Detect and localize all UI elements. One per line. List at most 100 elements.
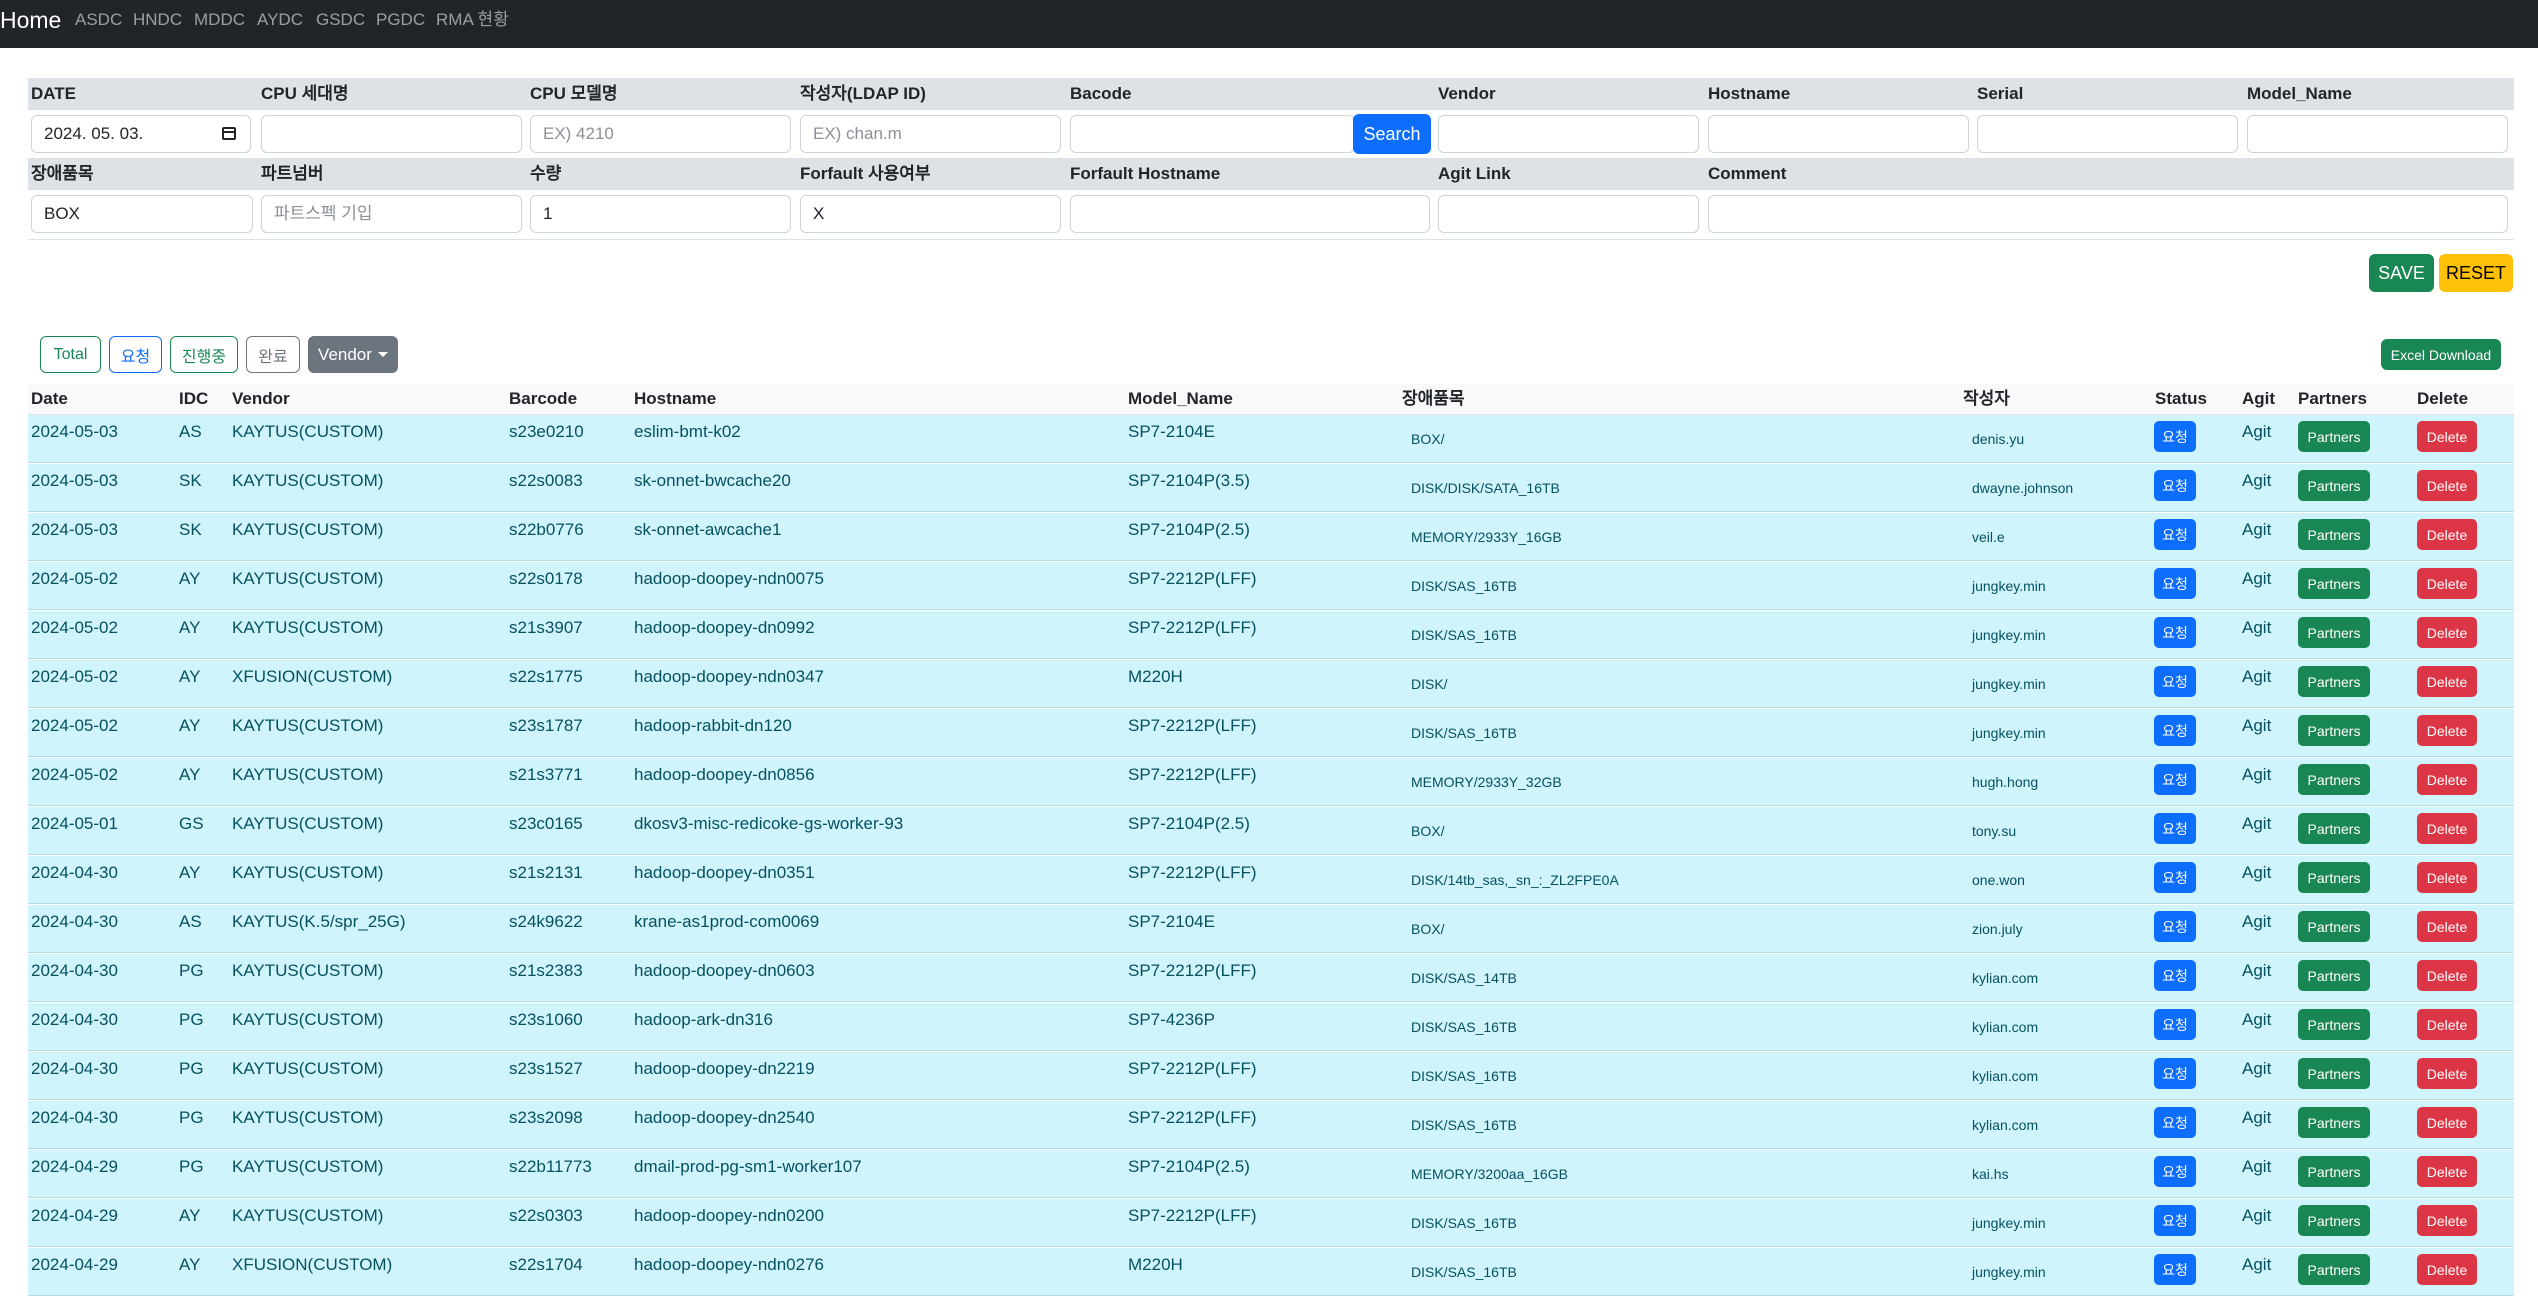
agit-link[interactable]: Agit [2242, 912, 2271, 932]
nav-link-hndc[interactable]: HNDC [133, 10, 182, 30]
partners-button[interactable]: Partners [2298, 1156, 2370, 1187]
partners-button[interactable]: Partners [2298, 1107, 2370, 1138]
partners-button[interactable]: Partners [2298, 1205, 2370, 1236]
partners-button[interactable]: Partners [2298, 1254, 2370, 1285]
save-button[interactable]: SAVE [2369, 254, 2434, 292]
author-field[interactable] [800, 115, 1061, 153]
cpu-gen-field[interactable] [261, 115, 522, 153]
calendar-icon[interactable] [222, 127, 236, 140]
agit-link[interactable]: Agit [2242, 765, 2271, 785]
serial-field[interactable] [1977, 115, 2238, 153]
agit-link[interactable]: Agit [2242, 520, 2271, 540]
agit-link[interactable]: Agit [2242, 471, 2271, 491]
vendor-dropdown-button[interactable]: Vendor [308, 336, 398, 373]
status-button[interactable]: 요청 [2154, 715, 2196, 746]
col-fault-header[interactable]: 장애품목 [1402, 389, 1465, 409]
agit-link[interactable]: Agit [2242, 1010, 2271, 1030]
barcode-field[interactable] [1070, 115, 1355, 153]
nav-link-asdc[interactable]: ASDC [75, 10, 122, 30]
col-author-header[interactable]: 작성자 [1963, 389, 2010, 409]
partners-button[interactable]: Partners [2298, 666, 2370, 697]
status-button[interactable]: 요청 [2154, 862, 2196, 893]
status-button[interactable]: 요청 [2154, 617, 2196, 648]
status-button[interactable]: 요청 [2154, 568, 2196, 599]
agit-link[interactable]: Agit [2242, 422, 2271, 442]
status-button[interactable]: 요청 [2154, 470, 2196, 501]
partners-button[interactable]: Partners [2298, 568, 2370, 599]
status-button[interactable]: 요청 [2154, 960, 2196, 991]
partners-button[interactable]: Partners [2298, 715, 2370, 746]
status-button[interactable]: 요청 [2154, 1009, 2196, 1040]
cpu-model-field[interactable] [530, 115, 791, 153]
search-button[interactable]: Search [1353, 114, 1431, 154]
delete-button[interactable]: Delete [2417, 1205, 2477, 1236]
agit-link[interactable]: Agit [2242, 1255, 2271, 1275]
agit-link[interactable]: Agit [2242, 716, 2271, 736]
partners-button[interactable]: Partners [2298, 960, 2370, 991]
status-button[interactable]: 요청 [2154, 1205, 2196, 1236]
agit-link[interactable]: Agit [2242, 618, 2271, 638]
filter-in-progress-button[interactable]: 진행중 [170, 336, 238, 373]
partners-button[interactable]: Partners [2298, 1009, 2370, 1040]
partners-button[interactable]: Partners [2298, 911, 2370, 942]
status-button[interactable]: 요청 [2154, 421, 2196, 452]
delete-button[interactable]: Delete [2417, 666, 2477, 697]
partners-button[interactable]: Partners [2298, 519, 2370, 550]
nav-link-pgdc[interactable]: PGDC [376, 10, 425, 30]
reset-button[interactable]: RESET [2439, 254, 2513, 292]
partners-button[interactable]: Partners [2298, 764, 2370, 795]
agit-link[interactable]: Agit [2242, 961, 2271, 981]
delete-button[interactable]: Delete [2417, 1107, 2477, 1138]
delete-button[interactable]: Delete [2417, 911, 2477, 942]
fault-item-field[interactable] [31, 195, 253, 233]
agit-link[interactable]: Agit [2242, 569, 2271, 589]
delete-button[interactable]: Delete [2417, 813, 2477, 844]
status-button[interactable]: 요청 [2154, 1254, 2196, 1285]
partners-button[interactable]: Partners [2298, 1058, 2370, 1089]
quantity-field[interactable] [530, 195, 791, 233]
col-model-header[interactable]: Model_Name [1128, 389, 1233, 409]
vendor-field[interactable] [1438, 115, 1699, 153]
part-number-field[interactable] [261, 195, 522, 233]
nav-link-gsdc[interactable]: GSDC [316, 10, 365, 30]
filter-total-button[interactable]: Total [40, 336, 101, 373]
delete-button[interactable]: Delete [2417, 470, 2477, 501]
delete-button[interactable]: Delete [2417, 421, 2477, 452]
nav-home-link[interactable]: Home [0, 7, 61, 33]
partners-button[interactable]: Partners [2298, 470, 2370, 501]
status-button[interactable]: 요청 [2154, 519, 2196, 550]
col-vendor-header[interactable]: Vendor [232, 389, 290, 409]
agit-link[interactable]: Agit [2242, 1059, 2271, 1079]
delete-button[interactable]: Delete [2417, 764, 2477, 795]
status-button[interactable]: 요청 [2154, 813, 2196, 844]
status-button[interactable]: 요청 [2154, 911, 2196, 942]
nav-link-aydc[interactable]: AYDC [257, 10, 303, 30]
forfault-hostname-field[interactable] [1070, 195, 1430, 233]
partners-button[interactable]: Partners [2298, 617, 2370, 648]
agit-link[interactable]: Agit [2242, 863, 2271, 883]
nav-link-rma-status[interactable]: RMA 현황 [436, 10, 509, 30]
nav-link-mddc[interactable]: MDDC [194, 10, 245, 30]
col-agit-header[interactable]: Agit [2242, 389, 2275, 409]
delete-button[interactable]: Delete [2417, 960, 2477, 991]
model-name-field[interactable] [2247, 115, 2508, 153]
col-idc-header[interactable]: IDC [179, 389, 208, 409]
delete-button[interactable]: Delete [2417, 1156, 2477, 1187]
status-button[interactable]: 요청 [2154, 1156, 2196, 1187]
col-hostname-header[interactable]: Hostname [634, 389, 716, 409]
delete-button[interactable]: Delete [2417, 862, 2477, 893]
partners-button[interactable]: Partners [2298, 813, 2370, 844]
col-partners-header[interactable]: Partners [2298, 389, 2367, 409]
col-barcode-header[interactable]: Barcode [509, 389, 577, 409]
delete-button[interactable]: Delete [2417, 1254, 2477, 1285]
agit-link[interactable]: Agit [2242, 1108, 2271, 1128]
delete-button[interactable]: Delete [2417, 1058, 2477, 1089]
col-date-header[interactable]: Date [31, 389, 68, 409]
delete-button[interactable]: Delete [2417, 568, 2477, 599]
status-button[interactable]: 요청 [2154, 1107, 2196, 1138]
date-field[interactable] [31, 115, 251, 153]
delete-button[interactable]: Delete [2417, 1009, 2477, 1040]
status-button[interactable]: 요청 [2154, 1058, 2196, 1089]
agit-link[interactable]: Agit [2242, 667, 2271, 687]
forfault-use-field[interactable] [800, 195, 1061, 233]
